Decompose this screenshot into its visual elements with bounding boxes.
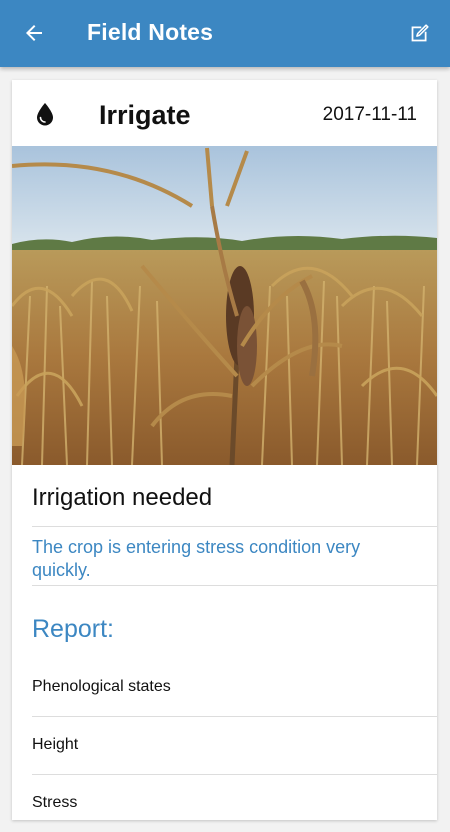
divider [32, 526, 437, 527]
app-bar: Field Notes [0, 0, 450, 67]
edit-note-icon[interactable] [409, 23, 430, 44]
note-type: Irrigate [99, 100, 191, 130]
report-item-phenological-states[interactable]: Phenological states [32, 658, 437, 716]
divider [32, 585, 437, 586]
report-item-label: Height [32, 736, 79, 753]
note-date: 2017-11-11 [322, 104, 417, 125]
report-item-label: Stress [32, 794, 78, 811]
report-heading: Report: [32, 615, 114, 643]
page-title: Field Notes [87, 19, 214, 45]
note-description: The crop is entering stress condition ve… [32, 537, 361, 580]
note-photo[interactable] [12, 146, 437, 465]
note-card: Irrigate 2017-11-11 Irrigation needed Th… [12, 80, 437, 820]
note-title: Irrigation needed [32, 484, 213, 511]
report-item-stress[interactable]: Stress [32, 774, 437, 832]
note-header: Irrigate 2017-11-11 [12, 80, 437, 146]
report-item-height[interactable]: Height [32, 716, 437, 774]
arrow-left-icon[interactable] [22, 21, 46, 45]
water-drop-icon [37, 103, 53, 126]
report-item-label: Phenological states [32, 678, 171, 695]
